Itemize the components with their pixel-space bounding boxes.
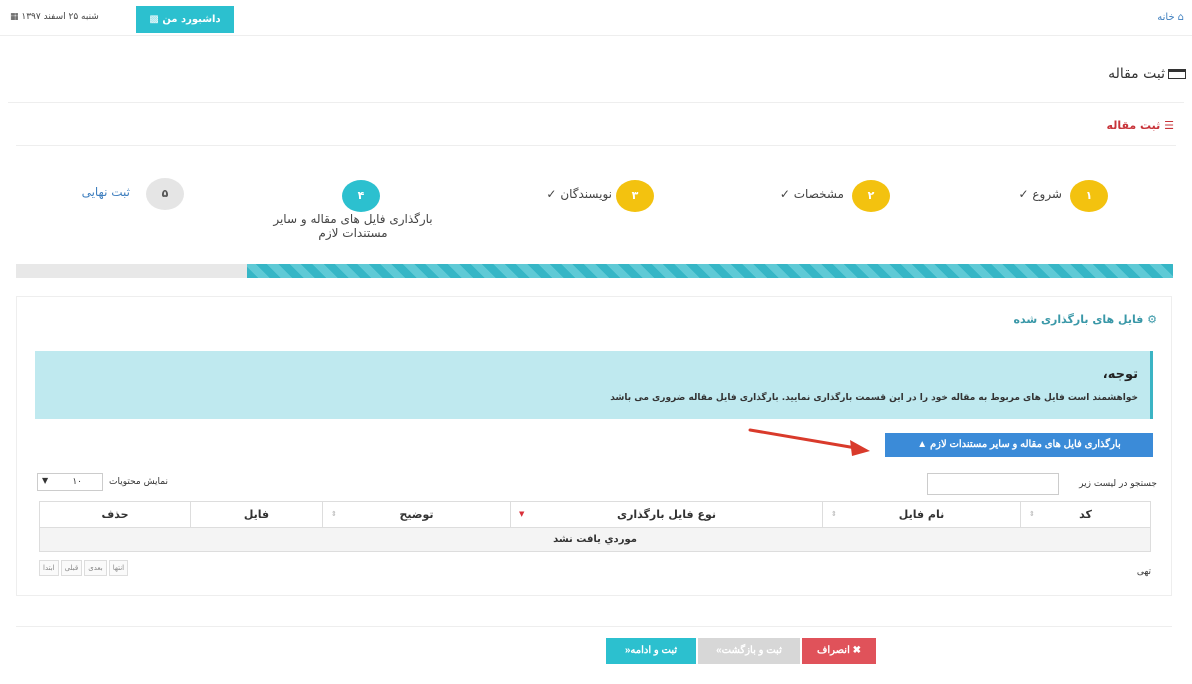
step-4-number: ۴ xyxy=(342,180,380,212)
check-icon: ✓ xyxy=(546,187,557,201)
step-3-number: ۳ xyxy=(616,180,654,212)
table-row: موردي يافت نشد xyxy=(39,527,1151,552)
step-5[interactable]: ۵ ثبت نهایی xyxy=(60,178,200,218)
search-label: جستجو در لیست زیر xyxy=(1079,479,1157,489)
column-header-delete: حذف xyxy=(39,501,191,528)
sort-icon: ⇕ xyxy=(1029,510,1035,518)
step-1-number: ۱ xyxy=(1070,180,1108,212)
save-and-continue-label: ثبت و ادامه« xyxy=(624,645,678,656)
notice-box: توجه، خواهشمند است فایل های مربوط به مقا… xyxy=(35,351,1153,419)
date-label: شنبه ۲۵ اسفند ۱۳۹۷ xyxy=(21,12,99,22)
page-title-text: ثبت مقاله xyxy=(1108,66,1165,82)
chart-icon: ▩ xyxy=(149,14,159,25)
column-header-filename[interactable]: نام فایل ⇕ xyxy=(822,501,1021,528)
divider xyxy=(16,145,1176,146)
wizard-progress-bar xyxy=(16,264,1173,278)
table-header-row: کد ⇕ نام فایل ⇕ نوع فایل بارگذاری ▼ توضیح ⇕ … xyxy=(39,501,1151,528)
files-table: کد ⇕ نام فایل ⇕ نوع فایل بارگذاری ▼ توضیح ⇕ … xyxy=(39,501,1151,552)
pagination: ابتدا قبلی بعدی انتها xyxy=(39,560,129,576)
step-4[interactable]: ۴ بارگذاری فایل های مقاله و سایر مستندات… xyxy=(250,178,460,240)
date-display: شنبه ۲۵ اسفند ۱۳۹۷ ▦ xyxy=(10,12,99,22)
check-icon: ✓ xyxy=(779,187,790,201)
column-header-filetype[interactable]: نوع فایل بارگذاری ▼ xyxy=(510,501,823,528)
page-size-value: ۱۰ xyxy=(72,477,82,487)
keyboard-icon xyxy=(1168,69,1186,79)
step-1-label: شروع xyxy=(1032,187,1062,201)
sort-desc-icon: ▼ xyxy=(519,510,525,518)
column-header-code[interactable]: کد ⇕ xyxy=(1020,501,1151,528)
panel-heading: ☰ ثبت مقاله xyxy=(1107,119,1174,132)
uploaded-files-section: ⚙ فایل های بارگذاری شده توجه، خواهشمند ا… xyxy=(16,296,1172,596)
save-and-back-button[interactable]: ثبت و بازگشت» xyxy=(698,638,800,664)
calendar-icon: ▦ xyxy=(10,12,19,22)
gear-icon: ⚙ xyxy=(1143,313,1157,326)
section-title: ⚙ فایل های بارگذاری شده xyxy=(1013,313,1157,326)
upload-files-button[interactable]: بارگذاری فایل های مقاله و سایر مستندات ل… xyxy=(885,433,1153,457)
cancel-label: انصراف xyxy=(816,645,850,656)
dashboard-label: داشبورد من xyxy=(162,14,221,25)
panel-heading-text: ثبت مقاله xyxy=(1106,119,1161,132)
step-1[interactable]: ۱ شروع ✓ xyxy=(1000,178,1140,218)
save-and-continue-button[interactable]: ثبت و ادامه« xyxy=(606,638,696,664)
caret-down-icon: ▼ xyxy=(42,476,49,485)
annotation-arrow xyxy=(748,428,870,456)
pager-previous[interactable]: قبلی xyxy=(60,560,83,576)
step-4-label: بارگذاری فایل های مقاله و سایر مستندات ل… xyxy=(273,212,433,240)
upload-icon: ▲ xyxy=(917,439,928,450)
pager-next[interactable]: بعدی xyxy=(84,560,107,576)
stack-icon: ☰ xyxy=(1160,119,1174,132)
pager-first[interactable]: ابتدا xyxy=(39,560,59,576)
home-link[interactable]: ⌂خانه xyxy=(1157,12,1184,23)
upload-button-label: بارگذاری فایل های مقاله و سایر مستندات ل… xyxy=(929,439,1121,450)
empty-message: موردي يافت نشد xyxy=(39,527,1151,552)
search-input[interactable] xyxy=(927,473,1059,495)
notice-heading: توجه، xyxy=(1102,367,1138,382)
pager-last[interactable]: انتها xyxy=(108,560,129,576)
column-header-file: فایل xyxy=(190,501,323,528)
notice-text: خواهشمند است فایل های مربوط به مقاله خود… xyxy=(610,393,1138,403)
step-2-number: ۲ xyxy=(852,180,890,212)
step-2[interactable]: ۲ مشخصات ✓ xyxy=(760,178,900,218)
step-3[interactable]: ۳ نویسندگان ✓ xyxy=(520,178,660,218)
column-header-description[interactable]: توضیح ⇕ xyxy=(322,501,511,528)
save-and-back-label: ثبت و بازگشت» xyxy=(716,645,782,656)
page-size-select[interactable]: ۱۰ ▼ xyxy=(37,473,103,491)
home-label: خانه xyxy=(1157,12,1175,23)
section-title-text: فایل های بارگذاری شده xyxy=(1013,313,1144,326)
home-icon: ⌂ xyxy=(1177,12,1184,23)
dashboard-button[interactable]: داشبورد من ▩ xyxy=(136,6,234,33)
sort-icon: ⇕ xyxy=(331,510,337,518)
step-5-number: ۵ xyxy=(146,178,184,210)
check-icon: ✓ xyxy=(1018,187,1029,201)
table-status: تهی xyxy=(1136,567,1151,577)
step-2-label: مشخصات xyxy=(793,187,844,201)
page-size-label: نمایش محتویات xyxy=(109,477,169,487)
step-5-label: ثبت نهایی xyxy=(81,185,130,199)
progress-fill xyxy=(247,264,1173,278)
close-icon: ✖ xyxy=(849,645,862,656)
top-bar: ⌂خانه داشبورد من ▩ شنبه ۲۵ اسفند ۱۳۹۷ ▦ xyxy=(0,0,1192,36)
sort-icon: ⇕ xyxy=(831,510,837,518)
step-3-label: نویسندگان xyxy=(560,187,612,201)
page-title: ثبت مقاله xyxy=(1108,66,1186,82)
divider xyxy=(16,626,1172,627)
cancel-button[interactable]: ✖ انصراف xyxy=(802,638,876,664)
